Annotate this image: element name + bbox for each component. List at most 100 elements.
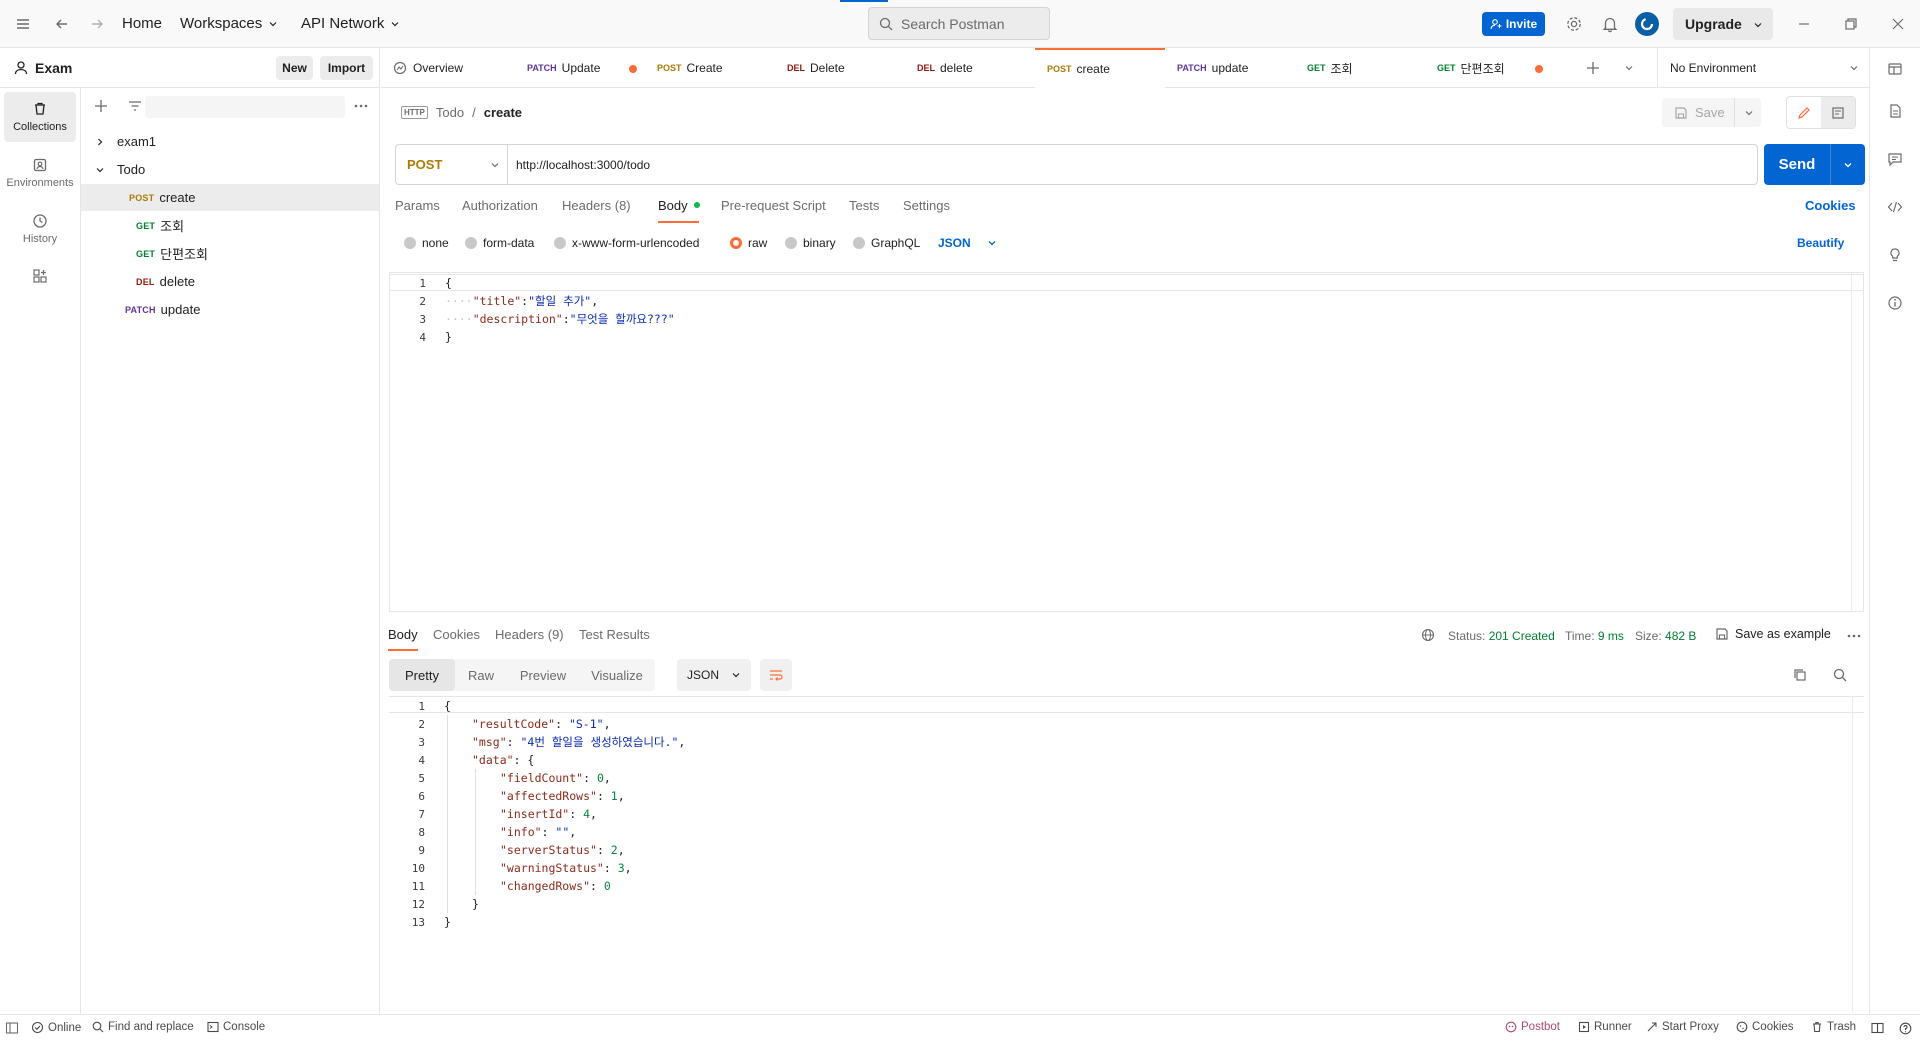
body-option-binary[interactable]: binary — [785, 236, 836, 250]
hamburger-menu-icon[interactable] — [14, 15, 32, 33]
search-input[interactable]: Search Postman — [868, 7, 1050, 40]
tab-params[interactable]: Params — [395, 198, 440, 213]
info-icon[interactable] — [1887, 295, 1903, 311]
save-button[interactable]: Save — [1662, 98, 1761, 127]
view-preview[interactable]: Preview — [507, 659, 579, 691]
tree-request-조회[interactable]: GET 조회 — [81, 212, 379, 239]
breadcrumb-parent[interactable]: Todo — [436, 105, 464, 120]
help-icon[interactable] — [1899, 1022, 1912, 1035]
code-snippet-icon[interactable] — [1887, 199, 1903, 215]
trash-button[interactable]: Trash — [1811, 1021, 1856, 1033]
tab-authorization[interactable]: Authorization — [462, 198, 538, 213]
edit-pencil-icon[interactable] — [1787, 97, 1821, 128]
tree-collection-todo[interactable]: Todo — [81, 156, 379, 183]
response-size[interactable]: Size: 482 B — [1635, 629, 1696, 643]
tab-patch-update-lower[interactable]: PATCH update — [1165, 48, 1295, 88]
back-arrow-icon[interactable] — [53, 15, 71, 33]
tab-patch-update[interactable]: PATCH Update — [515, 48, 645, 88]
tree-request-delete[interactable]: DEL delete — [81, 268, 379, 295]
workspaces-menu[interactable]: Workspaces — [180, 15, 278, 32]
tree-request-단편조회[interactable]: GET 단편조회 — [81, 240, 379, 267]
chevron-down-icon[interactable] — [1843, 160, 1853, 170]
nav-configure-apps[interactable] — [4, 254, 76, 298]
response-tab-headers[interactable]: Headers (9) — [495, 627, 564, 642]
online-status[interactable]: Online — [31, 1021, 81, 1034]
tab-post-create-upper[interactable]: POST Create — [645, 48, 775, 88]
tab-overflow-chevron-icon[interactable] — [1624, 63, 1634, 73]
save-as-example-button[interactable]: Save as example — [1715, 627, 1831, 641]
tab-settings[interactable]: Settings — [903, 198, 950, 213]
toggle-sidebar-icon[interactable] — [5, 1021, 19, 1035]
body-option-urlencoded[interactable]: x-www-form-urlencoded — [554, 236, 699, 250]
response-more-icon[interactable] — [1846, 630, 1862, 642]
lightbulb-icon[interactable] — [1887, 247, 1903, 263]
tab-tests[interactable]: Tests — [849, 198, 879, 213]
tab-overview[interactable]: Overview — [381, 48, 515, 88]
restore-window-icon[interactable] — [1844, 17, 1858, 31]
view-visualize[interactable]: Visualize — [579, 659, 655, 691]
tab-pre-request-script[interactable]: Pre-request Script — [721, 198, 826, 213]
method-select[interactable]: POST — [396, 145, 508, 184]
search-response-icon[interactable] — [1833, 668, 1847, 682]
body-option-form-data[interactable]: form-data — [465, 236, 534, 250]
nav-collections[interactable]: Collections — [4, 92, 76, 142]
cookies-link[interactable]: Cookies — [1805, 198, 1856, 213]
environment-quicklook-icon[interactable] — [1887, 61, 1903, 77]
sidebar-search-input[interactable] — [145, 96, 345, 118]
request-body-editor[interactable]: 1 { 2 ····"title":"할일 추가", 3 ····"descri… — [389, 272, 1864, 612]
documentation-icon[interactable] — [1887, 103, 1903, 119]
start-proxy-button[interactable]: Start Proxy — [1646, 1021, 1719, 1033]
forward-arrow-icon[interactable] — [88, 15, 106, 33]
comment-view-icon[interactable] — [1821, 97, 1855, 128]
body-option-raw[interactable]: raw — [730, 236, 767, 250]
api-network-menu[interactable]: API Network — [301, 15, 400, 32]
new-button[interactable]: New — [276, 56, 313, 80]
workspace-name[interactable]: Exam — [35, 60, 72, 76]
body-option-graphql[interactable]: GraphQL — [853, 236, 920, 250]
viewer-scrollbar[interactable] — [1852, 696, 1864, 1012]
tree-request-create[interactable]: POST create — [81, 184, 379, 211]
nav-environments[interactable]: Environments — [4, 148, 76, 198]
view-raw[interactable]: Raw — [455, 659, 507, 691]
send-button[interactable]: Send — [1764, 144, 1865, 185]
view-pretty[interactable]: Pretty — [389, 659, 455, 691]
response-format-select[interactable]: JSON — [677, 659, 751, 691]
response-tab-test-results[interactable]: Test Results — [579, 627, 650, 642]
beautify-link[interactable]: Beautify — [1797, 236, 1844, 250]
tab-get-조회[interactable]: GET 조회 — [1295, 48, 1425, 88]
filter-icon[interactable] — [128, 99, 142, 113]
tab-post-create[interactable]: POST create — [1035, 48, 1165, 88]
nav-history[interactable]: History — [4, 204, 76, 254]
two-pane-view-icon[interactable] — [1871, 1022, 1884, 1034]
comments-icon[interactable] — [1887, 151, 1903, 167]
response-body-viewer[interactable]: 1{2 "resultCode": "S-1", 3 "msg": "4번 할일을 생… — [389, 696, 1864, 1012]
more-options-icon[interactable] — [353, 99, 369, 113]
tree-collection-exam1[interactable]: exam1 — [81, 128, 379, 155]
breadcrumb-current[interactable]: create — [484, 105, 522, 120]
invite-button[interactable]: Invite — [1482, 12, 1545, 36]
add-collection-icon[interactable] — [94, 99, 108, 113]
editor-scrollbar[interactable] — [1851, 273, 1863, 611]
response-time[interactable]: Time: 9 ms — [1565, 629, 1624, 643]
tree-request-update[interactable]: PATCH update — [81, 296, 379, 323]
notifications-bell-icon[interactable] — [1601, 15, 1619, 33]
home-link[interactable]: Home — [122, 15, 162, 32]
response-tab-body[interactable]: Body — [388, 627, 418, 651]
tab-del-delete[interactable]: DEL delete — [905, 48, 1035, 88]
console-toggle[interactable]: Console — [207, 1021, 265, 1033]
response-tab-cookies[interactable]: Cookies — [433, 627, 480, 642]
copy-response-icon[interactable] — [1793, 668, 1807, 682]
settings-gear-icon[interactable] — [1565, 15, 1583, 33]
body-format-select[interactable]: JSON — [938, 236, 997, 250]
globe-icon[interactable] — [1421, 628, 1435, 642]
cookies-button[interactable]: Cookies — [1736, 1021, 1794, 1033]
url-input[interactable]: http://localhost:3000/todo — [508, 145, 1757, 184]
environment-select[interactable]: No Environment — [1657, 48, 1880, 88]
new-tab-icon[interactable] — [1586, 61, 1600, 75]
postbot-button[interactable]: Postbot — [1505, 1021, 1560, 1033]
tab-get-단편조회[interactable]: GET 단편조회 — [1425, 48, 1551, 88]
wrap-lines-toggle[interactable] — [760, 659, 792, 691]
tab-headers[interactable]: Headers (8) — [562, 198, 631, 213]
tab-body[interactable]: Body — [658, 198, 701, 223]
find-and-replace[interactable]: Find and replace — [92, 1021, 194, 1033]
